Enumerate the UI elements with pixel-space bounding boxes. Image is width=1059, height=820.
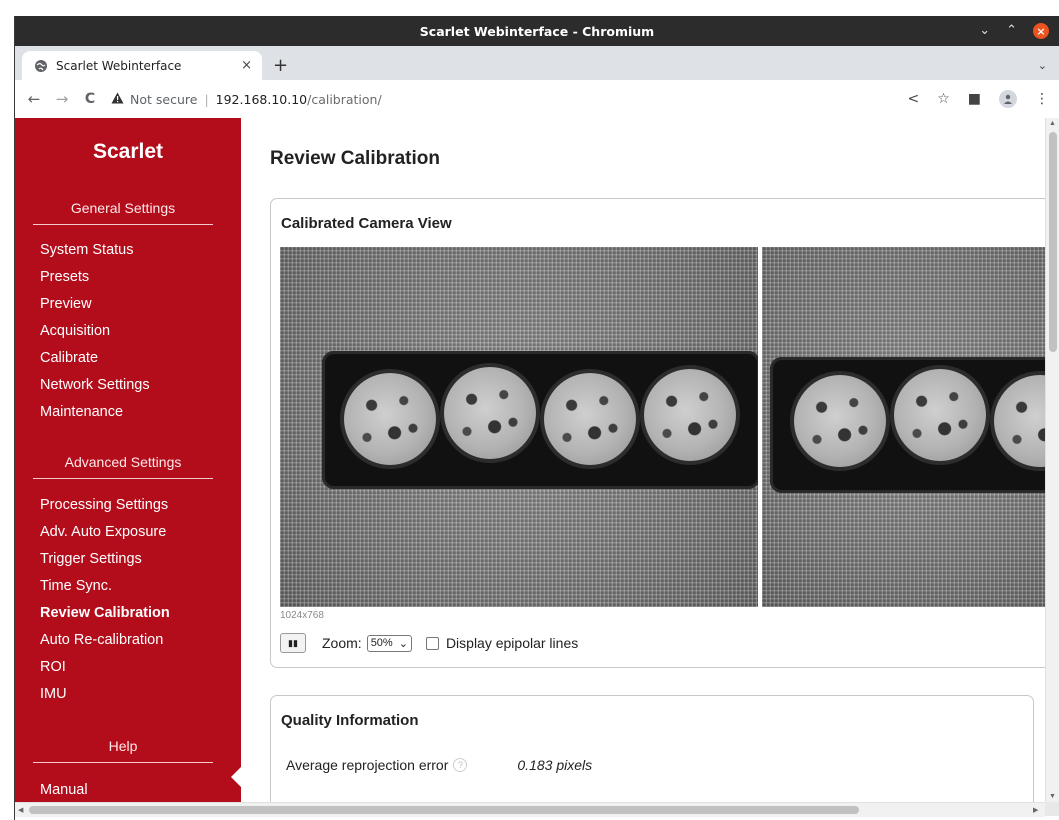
back-arrow-icon[interactable]: ←: [23, 90, 45, 108]
window-titlebar: Scarlet Webinterface - Chromium ⌄ ⌃ ×: [15, 16, 1059, 46]
section-help: Help: [33, 738, 213, 763]
browser-menu-icon[interactable]: ⋮: [1035, 91, 1049, 107]
horizontal-scroll-thumb[interactable]: [29, 806, 859, 814]
epipolar-lines-label[interactable]: Display epipolar lines: [446, 635, 578, 651]
address-bar[interactable]: Not secure | 192.168.10.10/calibration/: [111, 92, 382, 107]
nav-adv-auto-exposure[interactable]: Adv. Auto Exposure: [40, 519, 170, 546]
nav-review-calibration[interactable]: Review Calibration: [40, 600, 170, 627]
nav-auto-recalibration[interactable]: Auto Re-calibration: [40, 627, 170, 654]
section-advanced-settings: Advanced Settings: [33, 454, 213, 479]
nav-general-list: System Status Presets Preview Acquisitio…: [40, 237, 150, 426]
tab-strip: Scarlet Webinterface × + ⌄: [15, 46, 1059, 80]
main-content: Review Calibration Calibrated Camera Vie…: [241, 118, 1045, 802]
nav-help-list: Manual: [40, 777, 88, 802]
nav-network-settings[interactable]: Network Settings: [40, 372, 150, 399]
camera-view-panel: Calibrated Camera View 1024x768 ▮▮ Zoom:…: [270, 198, 1045, 668]
nav-calibrate[interactable]: Calibrate: [40, 345, 150, 372]
scroll-right-arrow-icon[interactable]: ▶: [1033, 806, 1038, 814]
forward-arrow-icon[interactable]: →: [51, 90, 73, 108]
cookie: [644, 369, 736, 461]
help-question-icon[interactable]: ?: [453, 758, 468, 772]
scrollbar-corner: [1045, 802, 1059, 816]
url-path: /calibration/: [307, 91, 382, 107]
cookie: [894, 369, 986, 461]
scroll-left-arrow-icon[interactable]: ◀: [18, 806, 23, 814]
left-camera-image: [280, 247, 758, 607]
scroll-up-arrow-icon[interactable]: ▲: [1049, 120, 1056, 127]
cookie: [344, 373, 436, 465]
browser-tab[interactable]: Scarlet Webinterface ×: [22, 51, 262, 80]
nav-acquisition[interactable]: Acquisition: [40, 318, 150, 345]
nav-trigger-settings[interactable]: Trigger Settings: [40, 546, 170, 573]
quality-info-panel: Quality Information Average reprojection…: [270, 695, 1034, 802]
brand-title[interactable]: Scarlet: [15, 140, 241, 164]
warning-triangle-icon: [111, 92, 124, 107]
reprojection-error-value: 0.183 pixels: [517, 757, 593, 773]
nav-system-status[interactable]: System Status: [40, 237, 150, 264]
browser-toolbar: ← → C Not secure | 192.168.10.10/calibra…: [15, 80, 1059, 119]
quality-info-title: Quality Information: [281, 712, 419, 729]
nav-imu[interactable]: IMU: [40, 681, 170, 708]
chevron-down-icon: ⌄: [398, 637, 408, 650]
window-title: Scarlet Webinterface - Chromium: [419, 23, 655, 39]
tab-search-chevron-icon[interactable]: ⌄: [1038, 59, 1047, 72]
section-general-settings: General Settings: [33, 200, 213, 225]
camera-controls: ▮▮ Zoom: 50% ⌄ Display epipolar lines: [280, 633, 578, 653]
zoom-select[interactable]: 50% ⌄: [366, 634, 412, 652]
tab-close-icon[interactable]: ×: [241, 58, 252, 73]
horizontal-scrollbar[interactable]: ◀ ▶: [15, 802, 1045, 817]
security-label[interactable]: Not secure: [130, 92, 197, 107]
side-panel-icon[interactable]: ■: [968, 91, 981, 107]
nav-maintenance[interactable]: Maintenance: [40, 399, 150, 426]
profile-avatar-icon[interactable]: [999, 90, 1017, 108]
reprojection-error-label: Average reprojection error: [286, 757, 449, 773]
tab-title: Scarlet Webinterface: [56, 58, 182, 73]
nav-presets[interactable]: Presets: [40, 264, 150, 291]
nav-manual[interactable]: Manual: [40, 777, 88, 802]
maximize-icon[interactable]: ⌃: [1006, 24, 1017, 38]
vertical-scrollbar[interactable]: ▲ ▼: [1045, 118, 1059, 802]
close-window-icon[interactable]: ×: [1033, 23, 1049, 39]
new-tab-icon[interactable]: +: [273, 55, 288, 76]
camera-view-title: Calibrated Camera View: [281, 215, 452, 232]
nav-processing-settings[interactable]: Processing Settings: [40, 492, 170, 519]
image-resolution: 1024x768: [280, 610, 324, 621]
sidebar: Scarlet General Settings System Status P…: [15, 118, 241, 802]
url-host: 192.168.10.10: [215, 91, 308, 107]
quality-row: Average reprojection error ? 0.183 pixel…: [286, 757, 592, 773]
nav-time-sync[interactable]: Time Sync.: [40, 573, 170, 600]
bookmark-star-icon[interactable]: ☆: [937, 91, 950, 107]
globe-icon: [34, 59, 48, 73]
cookie: [544, 373, 636, 465]
cookie: [444, 367, 536, 459]
nav-advanced-list: Processing Settings Adv. Auto Exposure T…: [40, 492, 170, 708]
zoom-label: Zoom:: [322, 635, 362, 651]
minimize-icon[interactable]: ⌄: [979, 24, 990, 38]
scroll-down-arrow-icon[interactable]: ▼: [1049, 793, 1056, 800]
url-separator: |: [204, 91, 209, 107]
right-camera-image: [762, 247, 1045, 607]
active-indicator-arrow: [231, 767, 241, 787]
vertical-scroll-thumb[interactable]: [1049, 132, 1057, 352]
reload-icon[interactable]: C: [79, 91, 101, 107]
pause-button[interactable]: ▮▮: [280, 633, 306, 653]
cookie: [794, 375, 886, 467]
page-viewport: Scarlet General Settings System Status P…: [15, 118, 1045, 802]
epipolar-lines-checkbox[interactable]: [425, 636, 439, 650]
zoom-value: 50%: [370, 637, 393, 649]
share-icon[interactable]: <: [907, 91, 919, 107]
nav-preview[interactable]: Preview: [40, 291, 150, 318]
page-title: Review Calibration: [270, 148, 440, 169]
nav-roi[interactable]: ROI: [40, 654, 170, 681]
browser-window: Scarlet Webinterface - Chromium ⌄ ⌃ × Sc…: [14, 16, 1059, 820]
